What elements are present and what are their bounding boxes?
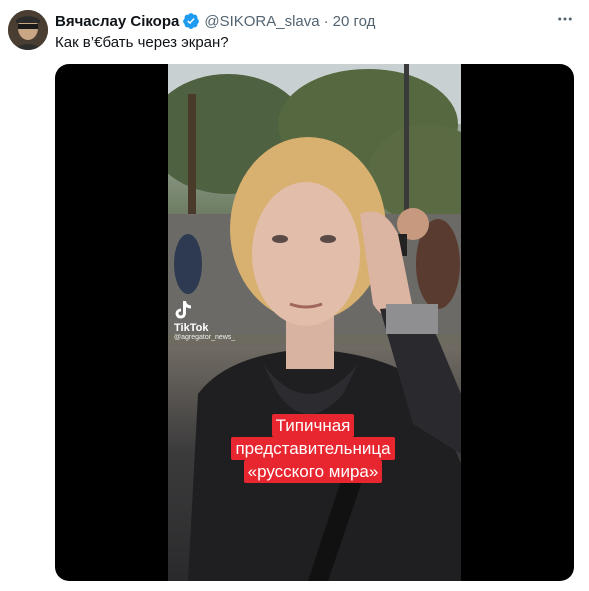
tiktok-logo-icon bbox=[175, 300, 196, 320]
tiktok-app-name: TikTok bbox=[174, 322, 209, 334]
video-frame[interactable]: TikTok @agregator_news_ Типичная предста… bbox=[168, 64, 461, 581]
author-handle[interactable]: @SIKORA_slava bbox=[204, 13, 319, 30]
tweet: Вячаслау Сікора @SIKORA_slava · 20 год К… bbox=[0, 0, 589, 591]
caption-line: «русского мира» bbox=[243, 460, 383, 483]
video-caption: Типичная представительница «русского мир… bbox=[208, 414, 418, 483]
timestamp[interactable]: 20 год bbox=[333, 13, 376, 30]
avatar[interactable] bbox=[8, 10, 48, 50]
tweet-header: Вячаслау Сікора @SIKORA_slava · 20 год bbox=[55, 11, 559, 31]
video-player[interactable]: TikTok @agregator_news_ Типичная предста… bbox=[55, 64, 574, 581]
caption-line: представительница bbox=[231, 437, 395, 460]
author-name[interactable]: Вячаслау Сікора bbox=[55, 13, 179, 30]
tiktok-username: @agregator_news_ bbox=[174, 334, 236, 341]
separator-dot: · bbox=[323, 12, 329, 30]
caption-line: Типичная bbox=[271, 414, 355, 437]
tiktok-watermark: TikTok @agregator_news_ bbox=[174, 300, 254, 341]
more-options-icon[interactable] bbox=[555, 10, 575, 30]
tweet-text: Как в’€бать через экран? bbox=[55, 34, 229, 51]
verified-badge-icon bbox=[182, 12, 200, 30]
